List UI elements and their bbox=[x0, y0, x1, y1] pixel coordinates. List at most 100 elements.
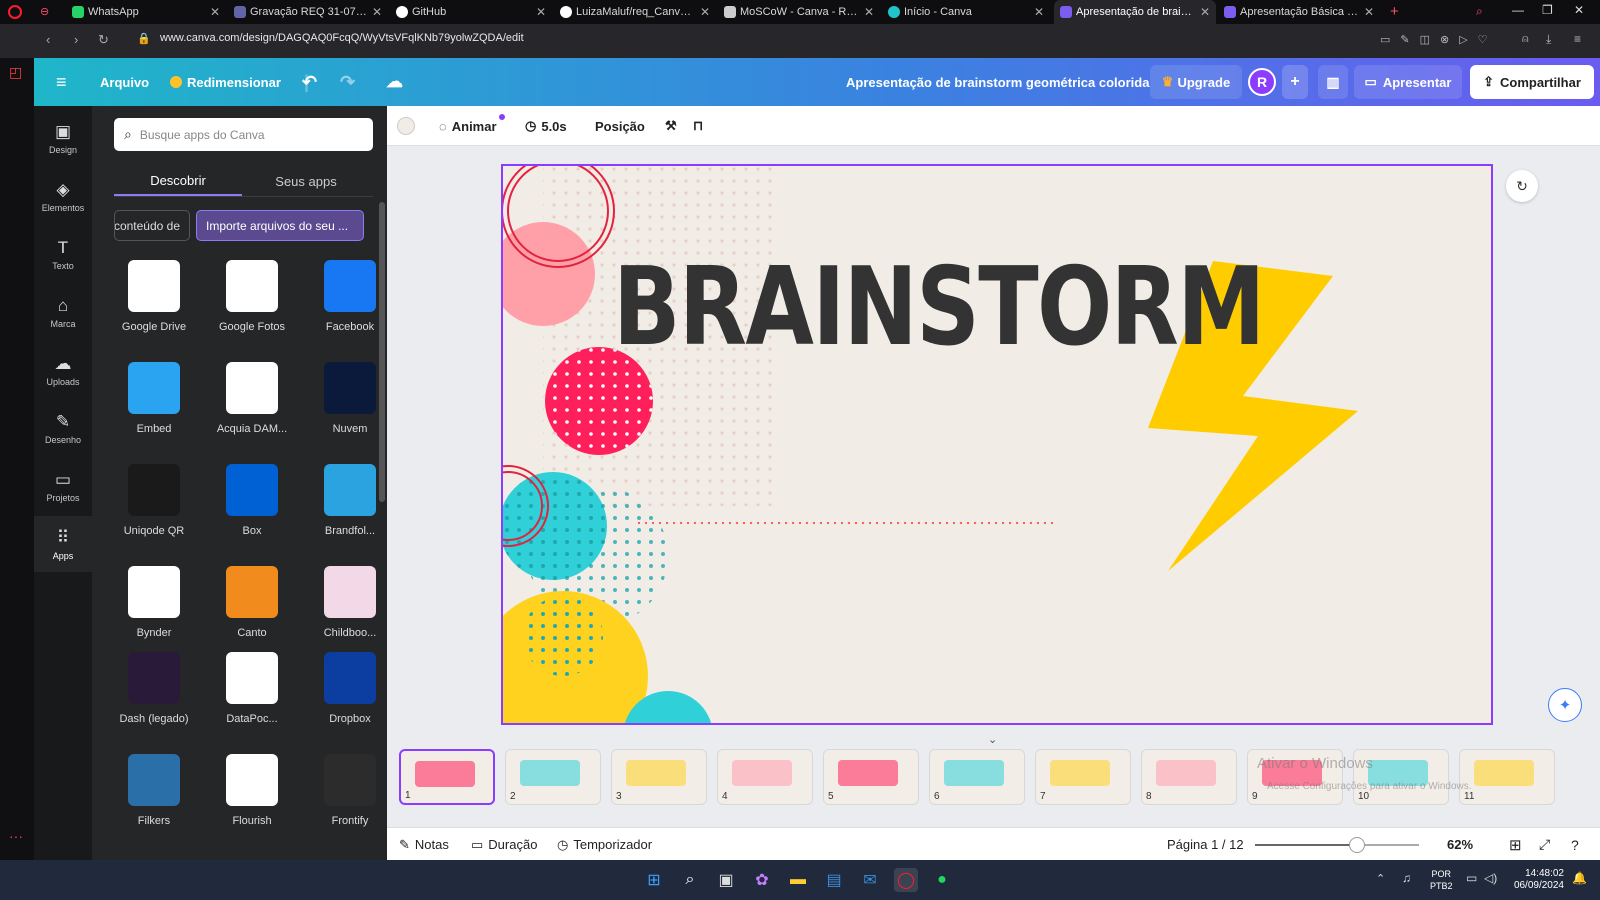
upgrade-button[interactable]: ♛ Upgrade bbox=[1150, 65, 1242, 99]
zoom-slider[interactable] bbox=[1255, 837, 1419, 853]
insights-icon[interactable]: ▥ bbox=[1318, 65, 1348, 99]
browser-toolbar-icons[interactable]: ▭✎◫⊗▷♡ bbox=[1380, 33, 1498, 46]
page-thumbnail[interactable]: 11 bbox=[1459, 749, 1555, 805]
browser-tab[interactable]: LuizaMaluf/req_Canva_202 ✕ bbox=[554, 0, 716, 24]
close-icon[interactable]: ✕ bbox=[210, 5, 220, 19]
close-window-icon[interactable]: ✕ bbox=[1574, 3, 1584, 17]
notification-bell-icon[interactable]: 🔔 bbox=[1572, 871, 1587, 885]
page-thumbnail[interactable]: 2 bbox=[505, 749, 601, 805]
app-tile[interactable]: Flourish bbox=[212, 754, 292, 828]
browser-tab[interactable]: MoSCoW - Canva - Requisi ✕ bbox=[718, 0, 880, 24]
help-icon[interactable]: ? bbox=[1571, 828, 1579, 861]
avatar[interactable]: R bbox=[1248, 68, 1276, 96]
browser-tab[interactable]: WhatsApp ✕ bbox=[66, 0, 226, 24]
browser-tab[interactable]: Gravação REQ 31-07 | M ✕ bbox=[228, 0, 388, 24]
app-tile[interactable]: Frontify bbox=[310, 754, 390, 828]
browser-tab[interactable]: Apresentação Básica Simp ✕ bbox=[1218, 0, 1380, 24]
app-tile[interactable]: Dash (legado) bbox=[114, 652, 194, 726]
app-tile[interactable]: Embed bbox=[114, 362, 194, 436]
chevron-up-icon[interactable]: ⌃ bbox=[1376, 872, 1385, 885]
timer-button[interactable]: ◷ Temporizador bbox=[557, 828, 652, 861]
more-icon[interactable]: ··· bbox=[9, 828, 23, 844]
app-tile[interactable]: Brandfol... bbox=[310, 464, 390, 538]
task-view-icon[interactable]: ▣ bbox=[714, 868, 738, 892]
browser-tab-active[interactable]: Apresentação de brainstorm ✕ bbox=[1054, 0, 1216, 24]
app-tile[interactable]: Google Fotos bbox=[212, 260, 292, 334]
search-tabs-icon[interactable]: ⌕ bbox=[1476, 4, 1483, 19]
gamepad-icon[interactable]: ⊖ bbox=[40, 5, 49, 18]
zoom-slider-handle[interactable] bbox=[1349, 837, 1365, 853]
page-thumbnail[interactable]: 5 bbox=[823, 749, 919, 805]
microphone-icon[interactable]: ♫ bbox=[1402, 871, 1411, 885]
file-explorer-icon[interactable]: ▬ bbox=[786, 868, 810, 892]
app-tile[interactable]: Childboo... bbox=[310, 566, 390, 640]
lock-icon[interactable]: ⊓ bbox=[693, 106, 703, 146]
zoom-level[interactable]: 62% bbox=[1447, 828, 1473, 861]
back-icon[interactable]: ‹ bbox=[46, 32, 50, 47]
slide-title[interactable]: BRAINSTORM bbox=[613, 254, 1265, 362]
file-menu-button[interactable]: Arquivo bbox=[100, 58, 149, 106]
close-icon[interactable]: ✕ bbox=[1200, 5, 1210, 19]
rail-item-design[interactable]: ▣ Design bbox=[34, 110, 92, 166]
rail-item-text[interactable]: T Texto bbox=[34, 226, 92, 282]
app-tile[interactable]: Facebook bbox=[310, 260, 390, 334]
magic-assistant-icon[interactable]: ✦ bbox=[1548, 688, 1582, 722]
close-icon[interactable]: ✕ bbox=[536, 5, 546, 19]
download-icon[interactable]: ⤓ bbox=[1546, 32, 1551, 47]
network-icon[interactable]: ▭ bbox=[1466, 871, 1477, 885]
opera-logo-icon[interactable] bbox=[8, 5, 22, 19]
resize-button[interactable]: Redimensionar bbox=[170, 58, 281, 106]
app-tile[interactable]: Google Drive bbox=[114, 260, 194, 334]
opera-taskbar-icon[interactable]: ◯ bbox=[894, 868, 918, 892]
page-indicator[interactable]: Página 1 / 12 bbox=[1167, 828, 1244, 861]
rail-item-draw[interactable]: ✎ Desenho bbox=[34, 400, 92, 456]
tab-discover[interactable]: Descobrir bbox=[114, 166, 242, 196]
tab-your-apps[interactable]: Seus apps bbox=[242, 166, 370, 196]
position-button[interactable]: Posição bbox=[595, 106, 645, 146]
close-icon[interactable]: ✕ bbox=[864, 5, 874, 19]
close-icon[interactable]: ✕ bbox=[1364, 5, 1374, 19]
mail-icon[interactable]: ✉ bbox=[858, 868, 882, 892]
language-indicator[interactable]: POR PTB2 bbox=[1430, 868, 1453, 892]
slide-canvas[interactable]: BRAINSTORM bbox=[501, 164, 1493, 725]
spotify-icon[interactable]: ● bbox=[930, 868, 954, 892]
volume-icon[interactable]: ◁) bbox=[1484, 871, 1497, 885]
copilot-icon[interactable]: ✿ bbox=[750, 868, 774, 892]
app-tile[interactable]: Bynder bbox=[114, 566, 194, 640]
close-icon[interactable]: ✕ bbox=[1034, 5, 1044, 19]
close-icon[interactable]: ✕ bbox=[372, 5, 382, 19]
page-thumbnail[interactable]: 6 bbox=[929, 749, 1025, 805]
wallet-icon[interactable]: ◰ bbox=[9, 64, 22, 81]
app-tile[interactable]: Filkers bbox=[114, 754, 194, 828]
apps-search-input[interactable]: ⌕ Busque apps do Canva bbox=[114, 118, 373, 151]
page-thumbnail[interactable]: 4 bbox=[717, 749, 813, 805]
undo-icon[interactable]: ↶ bbox=[302, 58, 317, 106]
paint-format-icon[interactable]: ⚒ bbox=[665, 106, 677, 146]
present-button[interactable]: ▭ Apresentar bbox=[1354, 65, 1462, 99]
background-color-swatch[interactable] bbox=[397, 117, 415, 135]
browser-tab[interactable]: Início - Canva ✕ bbox=[882, 0, 1050, 24]
minimize-icon[interactable]: — bbox=[1512, 3, 1524, 17]
browser-menu-icon[interactable]: ≡ bbox=[1574, 32, 1581, 46]
page-thumbnail[interactable]: 7 bbox=[1035, 749, 1131, 805]
fullscreen-icon[interactable]: ⤢ bbox=[1539, 828, 1550, 861]
forward-icon[interactable]: › bbox=[74, 32, 78, 47]
cloud-saved-icon[interactable]: ☁ bbox=[386, 58, 403, 106]
scrollbar[interactable] bbox=[379, 202, 385, 502]
restore-icon[interactable]: ❐ bbox=[1542, 3, 1553, 17]
reload-icon[interactable]: ↻ bbox=[98, 32, 109, 48]
redo-icon[interactable]: ↷ bbox=[340, 58, 355, 106]
app-tile[interactable]: Dropbox bbox=[310, 652, 390, 726]
app-tile[interactable]: DataPoc... bbox=[212, 652, 292, 726]
url-field[interactable]: www.canva.com/design/DAGQAQ0FcqQ/WyVtsVF… bbox=[160, 32, 524, 44]
clock[interactable]: 14:48:02 06/09/2024 bbox=[1512, 868, 1564, 892]
page-thumbnail[interactable]: 8 bbox=[1141, 749, 1237, 805]
rail-item-uploads[interactable]: ☁ Uploads bbox=[34, 342, 92, 398]
duration-button[interactable]: ◷ 5.0s bbox=[525, 106, 567, 146]
comment-icon[interactable]: ↻ bbox=[1506, 170, 1538, 202]
app-tile[interactable]: Acquia DAM... bbox=[212, 362, 292, 436]
document-title[interactable]: Apresentação de brainstorm geométrica co… bbox=[846, 58, 1149, 106]
page-thumbnail[interactable]: 3 bbox=[611, 749, 707, 805]
app-tile[interactable]: Nuvem bbox=[310, 362, 390, 436]
app-tile[interactable]: Uniqode QR bbox=[114, 464, 194, 538]
